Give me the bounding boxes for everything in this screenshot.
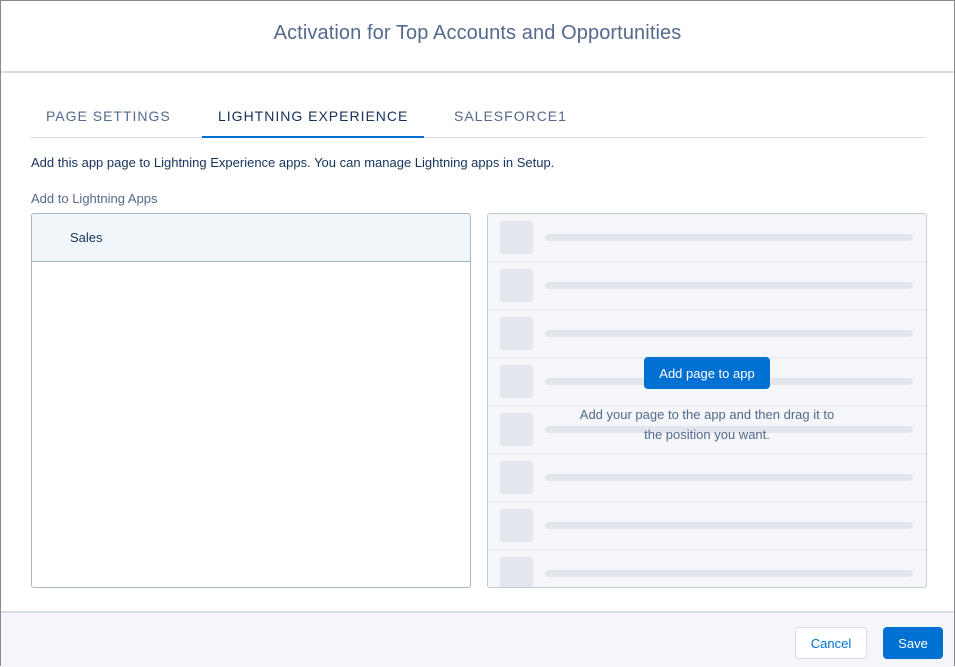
placeholder-icon bbox=[500, 557, 533, 587]
placeholder-icon bbox=[500, 509, 533, 542]
placeholder-row bbox=[488, 454, 926, 502]
placeholder-line bbox=[545, 474, 913, 481]
section-label: Add to Lightning Apps bbox=[31, 191, 158, 206]
placeholder-icon bbox=[500, 365, 533, 398]
tab-page-settings[interactable]: PAGE SETTINGS bbox=[30, 98, 187, 136]
placeholder-line bbox=[545, 522, 913, 529]
list-item-sales[interactable]: Sales bbox=[32, 214, 470, 262]
placeholder-line bbox=[545, 282, 913, 289]
placeholder-row bbox=[488, 262, 926, 310]
modal-title: Activation for Top Accounts and Opportun… bbox=[273, 22, 682, 44]
app-navigation-preview bbox=[487, 213, 927, 588]
placeholder-icon bbox=[500, 317, 533, 350]
placeholder-row bbox=[488, 310, 926, 358]
placeholder-row bbox=[488, 214, 926, 262]
placeholder-line bbox=[545, 330, 913, 337]
lightning-apps-list: Sales bbox=[31, 213, 471, 588]
placeholder-icon bbox=[500, 269, 533, 302]
placeholder-line bbox=[545, 570, 913, 577]
cancel-button[interactable]: Cancel bbox=[795, 627, 867, 659]
placeholder-line bbox=[545, 234, 913, 241]
tab-lightning-experience[interactable]: LIGHTNING EXPERIENCE bbox=[202, 98, 425, 138]
description-text: Add this app page to Lightning Experienc… bbox=[31, 155, 555, 170]
add-page-to-app-button[interactable]: Add page to app bbox=[644, 357, 770, 389]
placeholder-row bbox=[488, 550, 926, 587]
placeholder-row bbox=[488, 502, 926, 550]
hint-line-2: the position you want. bbox=[644, 427, 770, 442]
tab-salesforce1[interactable]: SALESFORCE1 bbox=[438, 98, 583, 136]
placeholder-icon bbox=[500, 221, 533, 254]
hint-line-1: Add your page to the app and then drag i… bbox=[579, 407, 835, 422]
save-button[interactable]: Save bbox=[883, 627, 943, 659]
placeholder-icon bbox=[500, 413, 533, 446]
tab-bar: PAGE SETTINGS LIGHTNING EXPERIENCE SALES… bbox=[30, 98, 926, 138]
add-page-hint: Add your page to the app and then drag i… bbox=[561, 405, 853, 445]
modal-header: Activation for Top Accounts and Opportun… bbox=[1, 1, 954, 73]
activation-modal: Activation for Top Accounts and Opportun… bbox=[0, 0, 955, 667]
placeholder-icon bbox=[500, 461, 533, 494]
modal-footer: Cancel Save bbox=[1, 611, 954, 667]
